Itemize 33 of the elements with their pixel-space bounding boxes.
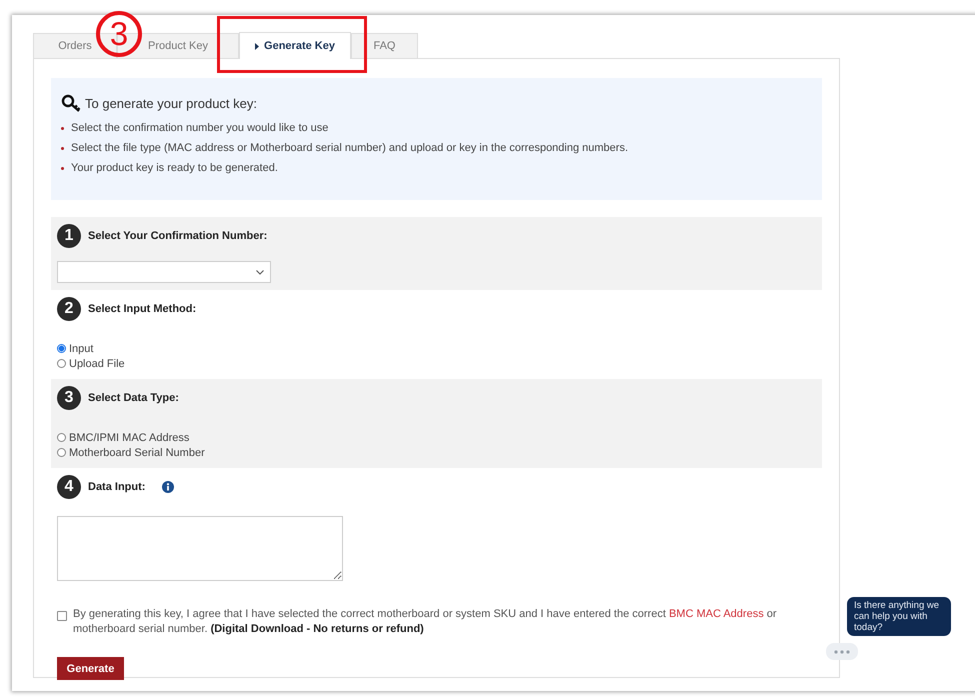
info-title: To generate your product key: [85,96,257,110]
instruction-text: Select the file type (MAC address or Motherboard serial number) and upload or key in the corresponding numbers. [71,142,628,154]
radio-label: BMC/IPMI MAC Address [69,432,190,444]
radio-label: Motherboard Serial Number [69,446,205,458]
radio-button[interactable] [57,433,66,442]
bullet-icon [61,146,64,150]
radio-button[interactable] [57,448,66,457]
step-number-badge: 3 [57,386,81,410]
step-title: Select Your Confirmation Number: [88,230,268,242]
instruction-text: Select the confirmation number you would like to use [71,122,328,134]
step-title: Data Input: [88,481,146,493]
radio-label: Upload File [69,358,125,370]
chat-message-bubble: Is there anything we can help you with today? [847,597,951,636]
agreement-text: By generating this key, I agree that I have selected the correct motherboard or system SKU and I have entered the correct BMC MAC Address or motherboard serial number. (Digital Download - No returns or refund) [73,607,778,637]
bullet-icon [61,166,64,170]
step-title: Select Data Type: [88,392,179,404]
data-input-field[interactable] [57,516,343,581]
info-icon[interactable] [162,481,174,493]
key-icon [61,94,81,112]
caret-icon [255,42,260,50]
tab[interactable]: Generate Key [239,32,351,59]
tab[interactable]: FAQ [351,33,418,58]
generate-button[interactable]: Generate [57,657,124,680]
agreement-checkbox[interactable] [57,611,67,621]
step-title: Select Input Method: [88,303,196,315]
step-number-badge: 1 [57,224,81,248]
typing-indicator-icon [826,643,858,660]
bullet-icon [61,126,64,130]
annotation-number: 3 [96,11,142,57]
chevron-down-icon [256,270,264,274]
radio-label: Input [69,342,94,354]
bmc-mac-address-link[interactable]: BMC MAC Address [668,608,764,620]
instruction-text: Your product key is ready to be generated. [71,162,278,174]
